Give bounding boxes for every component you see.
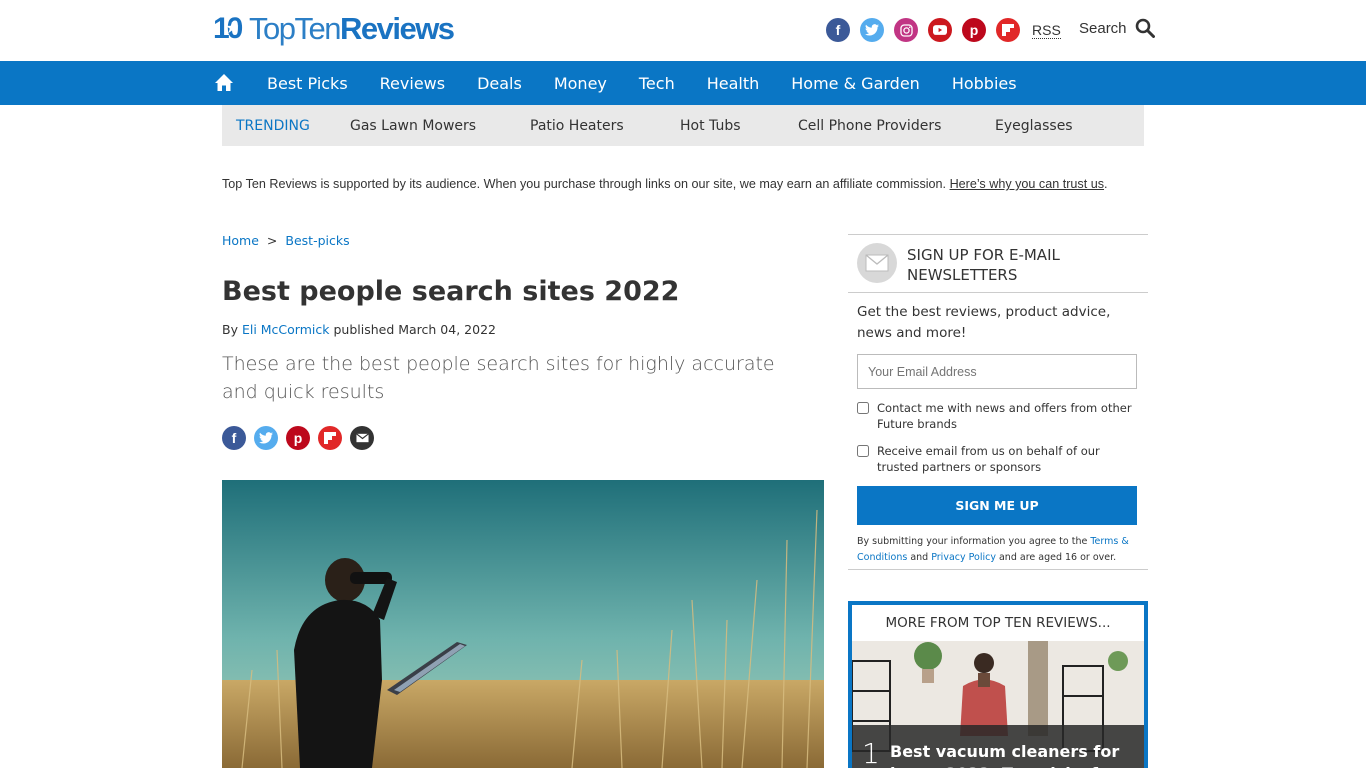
newsletter-header: SIGN UP FOR E-MAIL NEWSLETTERS bbox=[848, 235, 1148, 293]
logo-ten-word: Ten bbox=[294, 11, 341, 46]
trending-item[interactable]: Patio Heaters bbox=[530, 118, 680, 134]
trending-label: TRENDING bbox=[236, 117, 310, 134]
share-flipboard-icon[interactable] bbox=[318, 426, 342, 450]
logo-top: Top bbox=[249, 11, 296, 46]
newsletter-signup: SIGN UP FOR E-MAIL NEWSLETTERS Get the b… bbox=[848, 234, 1148, 570]
share-pinterest-icon[interactable]: p bbox=[286, 426, 310, 450]
share-facebook-icon[interactable]: f bbox=[222, 426, 246, 450]
search-label: Search bbox=[1079, 19, 1127, 37]
social-links: f p RSS bbox=[826, 18, 1061, 42]
nav-item-deals[interactable]: Deals bbox=[477, 74, 522, 93]
contact-checkbox-label: Contact me with news and offers from oth… bbox=[877, 401, 1132, 431]
nav-item-best-picks[interactable]: Best Picks bbox=[267, 74, 348, 93]
nav-item-reviews[interactable]: Reviews bbox=[380, 74, 445, 93]
nav-item-hobbies[interactable]: Hobbies bbox=[952, 74, 1017, 93]
logo-wordmark: TopTenReviews bbox=[249, 11, 455, 46]
share-twitter-icon[interactable] bbox=[254, 426, 278, 450]
email-input[interactable] bbox=[857, 354, 1137, 389]
trending-bar: TRENDING Gas Lawn Mowers Patio Heaters H… bbox=[222, 105, 1144, 146]
twitter-icon[interactable] bbox=[860, 18, 884, 42]
logo-reviews: Reviews bbox=[339, 11, 455, 46]
partners-checkbox-row[interactable]: Receive email from us on behalf of our t… bbox=[857, 443, 1142, 475]
breadcrumb: Home > Best-picks bbox=[222, 233, 350, 248]
main-nav: Best Picks Reviews Deals Money Tech Heal… bbox=[0, 61, 1366, 105]
site-logo[interactable]: 10 ★ TopTenReviews bbox=[213, 11, 455, 46]
partners-checkbox-label: Receive email from us on behalf of our t… bbox=[877, 444, 1100, 474]
newsletter-description: Get the best reviews, product advice, ne… bbox=[857, 304, 1111, 341]
star-icon: ★ bbox=[225, 18, 240, 37]
nav-items: Best Picks Reviews Deals Money Tech Heal… bbox=[267, 61, 1049, 105]
nav-item-home-garden[interactable]: Home & Garden bbox=[791, 74, 920, 93]
rss-link[interactable]: RSS bbox=[1032, 22, 1061, 39]
affiliate-text: Top Ten Reviews is supported by its audi… bbox=[222, 177, 950, 191]
trending-item[interactable]: Gas Lawn Mowers bbox=[350, 118, 530, 134]
search-button[interactable]: Search bbox=[1079, 18, 1155, 38]
pinterest-icon[interactable]: p bbox=[962, 18, 986, 42]
trending-item[interactable]: Eyeglasses bbox=[995, 118, 1073, 134]
logo-badge: 10 ★ bbox=[213, 13, 249, 45]
breadcrumb-best-picks[interactable]: Best-picks bbox=[285, 233, 349, 248]
author-link[interactable]: Eli McCormick bbox=[242, 322, 330, 337]
share-buttons: f p bbox=[222, 426, 374, 450]
search-icon bbox=[1135, 18, 1155, 38]
home-icon[interactable] bbox=[214, 73, 234, 93]
more-item-title[interactable]: Best vacuum cleaners for home 2022: Top … bbox=[890, 741, 1140, 768]
contact-checkbox[interactable] bbox=[857, 402, 869, 414]
partners-checkbox[interactable] bbox=[857, 445, 869, 457]
newsletter-terms: By submitting your information you agree… bbox=[857, 534, 1142, 566]
nav-item-health[interactable]: Health bbox=[707, 74, 760, 93]
trending-item[interactable]: Cell Phone Providers bbox=[798, 118, 995, 134]
site-header: 10 ★ TopTenReviews f p RSS Search bbox=[0, 0, 1366, 61]
affiliate-period: . bbox=[1104, 177, 1108, 191]
privacy-link[interactable]: Privacy Policy bbox=[931, 552, 996, 563]
trending-item[interactable]: Hot Tubs bbox=[680, 118, 798, 134]
share-email-icon[interactable] bbox=[350, 426, 374, 450]
terms-post: and are aged 16 or over. bbox=[995, 552, 1117, 563]
youtube-icon[interactable] bbox=[928, 18, 952, 42]
facebook-icon[interactable]: f bbox=[826, 18, 850, 42]
byline: By Eli McCormick published March 04, 202… bbox=[222, 322, 496, 337]
more-from-item[interactable]: 1 Best vacuum cleaners for home 2022: To… bbox=[852, 641, 1144, 768]
affiliate-disclosure: Top Ten Reviews is supported by its audi… bbox=[222, 177, 1108, 191]
breadcrumb-home[interactable]: Home bbox=[222, 233, 259, 248]
flipboard-icon[interactable] bbox=[996, 18, 1020, 42]
nav-item-tech[interactable]: Tech bbox=[639, 74, 675, 93]
terms-pre: By submitting your information you agree… bbox=[857, 536, 1091, 547]
hero-image bbox=[222, 480, 824, 768]
page-title: Best people search sites 2022 bbox=[222, 276, 680, 307]
more-from-heading: MORE FROM TOP TEN REVIEWS... bbox=[852, 605, 1144, 641]
more-from-caption: 1 Best vacuum cleaners for home 2022: To… bbox=[852, 725, 1144, 768]
trust-link[interactable]: Here’s why you can trust us bbox=[950, 177, 1104, 191]
more-from-widget: MORE FROM TOP TEN REVIEWS... 1 Best vacu… bbox=[848, 601, 1148, 768]
breadcrumb-separator: > bbox=[266, 233, 278, 248]
sign-me-up-button[interactable]: SIGN ME UP bbox=[857, 486, 1137, 525]
newsletter-title: SIGN UP FOR E-MAIL NEWSLETTERS bbox=[907, 246, 1060, 284]
contact-checkbox-row[interactable]: Contact me with news and offers from oth… bbox=[857, 400, 1142, 432]
article-subtitle: These are the best people search sites f… bbox=[222, 353, 775, 403]
envelope-icon bbox=[857, 243, 897, 283]
publish-date: published March 04, 2022 bbox=[329, 322, 496, 337]
nav-item-money[interactable]: Money bbox=[554, 74, 607, 93]
more-item-number: 1 bbox=[862, 737, 880, 768]
terms-and: and bbox=[907, 552, 932, 563]
instagram-icon[interactable] bbox=[894, 18, 918, 42]
byline-by: By bbox=[222, 322, 242, 337]
